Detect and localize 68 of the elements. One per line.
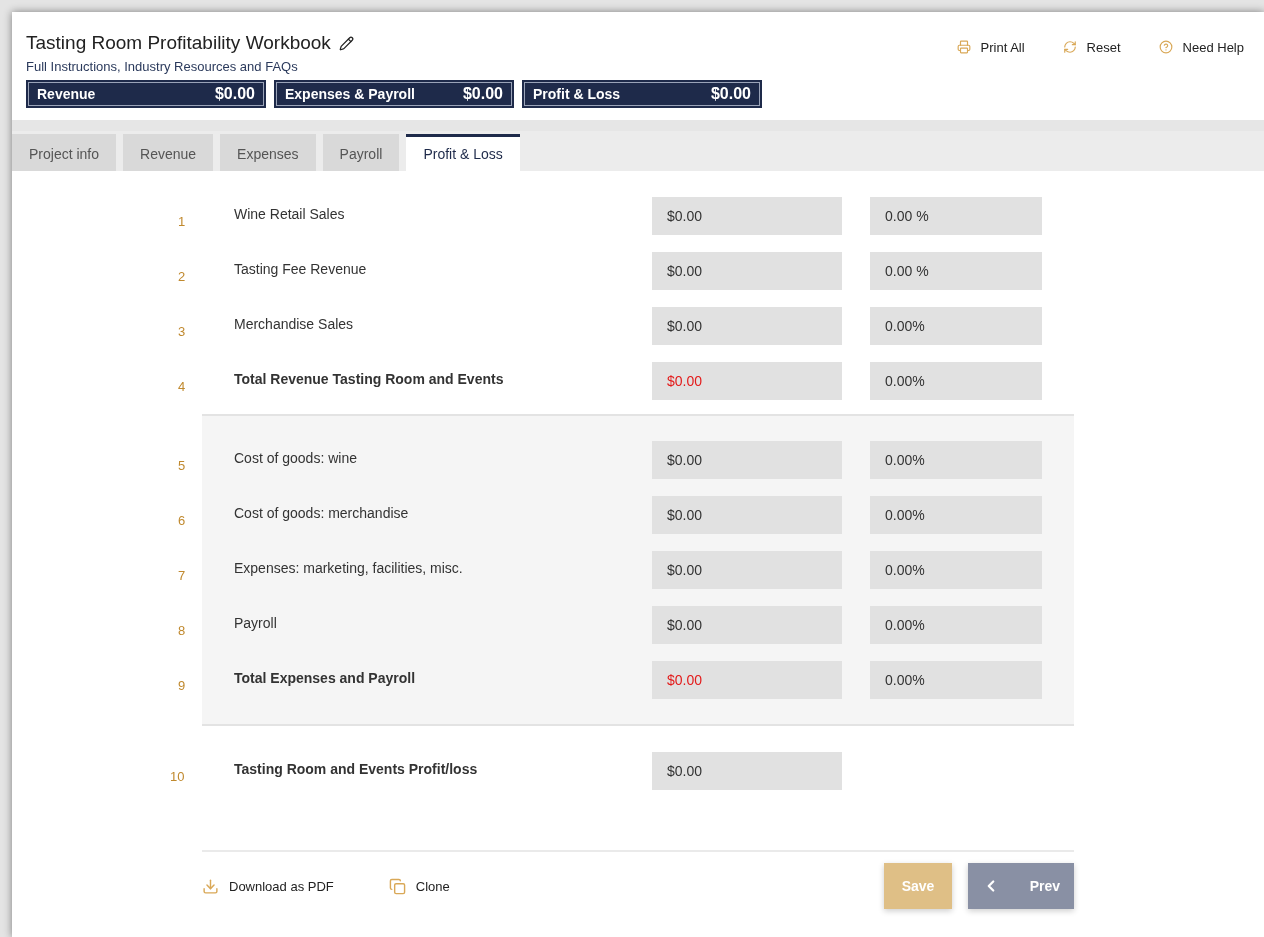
percent-field: 0.00%	[870, 441, 1042, 479]
amount-field: $0.00	[652, 252, 842, 290]
instructions-link[interactable]: Full Instructions, Industry Resources and FAQs	[26, 59, 762, 74]
row-number: 7	[177, 568, 187, 585]
row-label: Total Expenses and Payroll	[234, 669, 417, 686]
header-action-link[interactable]: Print All	[956, 38, 1025, 56]
link-label: Download as PDF	[229, 878, 334, 894]
row-number: 2	[177, 269, 187, 286]
row-number: 3	[177, 324, 187, 341]
amount-field: $0.00	[652, 197, 842, 235]
summary-label: Revenue	[37, 86, 96, 102]
edit-icon[interactable]	[338, 35, 354, 51]
amount-field: $0.00	[652, 441, 842, 479]
page-title: Tasting Room Profitability Workbook	[26, 32, 331, 54]
row-number: 9	[177, 678, 187, 695]
row-label: Wine Retail Sales	[234, 205, 346, 222]
row-label: Cost of goods: wine	[234, 449, 358, 466]
percent-field: 0.00%	[870, 661, 1042, 699]
row-label: Tasting Room and Events Profit/loss	[234, 760, 479, 777]
row-number: 1	[177, 214, 187, 231]
row-number: 5	[177, 458, 187, 475]
row-label: Payroll	[234, 614, 278, 631]
action-label: Print All	[980, 39, 1025, 55]
percent-field: 0.00%	[870, 362, 1042, 400]
row-number: 4	[177, 379, 187, 396]
amount-field: $0.00	[652, 752, 842, 790]
tab[interactable]: Profit & Loss	[406, 134, 520, 171]
amount-field: $0.00	[652, 362, 842, 400]
summary-value: $0.00	[462, 85, 503, 103]
amount-field: $0.00	[652, 496, 842, 534]
summary-value: $0.00	[214, 85, 255, 103]
row-label: Merchandise Sales	[234, 315, 355, 332]
row-label: Cost of goods: merchandise	[234, 504, 410, 521]
copy-icon	[388, 877, 406, 895]
summary-label: Profit & Loss	[533, 86, 621, 102]
amount-field: $0.00	[652, 606, 842, 644]
link-label: Clone	[415, 878, 450, 894]
percent-field: 0.00%	[870, 307, 1042, 345]
row-label: Expenses: marketing, facilities, misc.	[234, 559, 464, 576]
refresh-icon	[1062, 40, 1077, 54]
amount-field: $0.00	[652, 551, 842, 589]
printer-icon	[956, 40, 971, 54]
footer-link[interactable]: Download as PDF	[202, 877, 334, 895]
action-label: Reset	[1086, 39, 1121, 55]
header-action-link[interactable]: Need Help	[1158, 38, 1244, 56]
footer-link[interactable]: Clone	[388, 877, 450, 895]
percent-field: 0.00 %	[870, 197, 1042, 235]
percent-field: 0.00%	[870, 606, 1042, 644]
header-action-link[interactable]: Reset	[1062, 38, 1121, 56]
row-number: 6	[177, 513, 187, 530]
tab[interactable]: Payroll	[322, 134, 400, 171]
row-number: 10	[169, 769, 186, 786]
action-label: Need Help	[1182, 39, 1244, 55]
amount-field: $0.00	[652, 307, 842, 345]
tab[interactable]: Expenses	[220, 134, 316, 171]
download-icon	[202, 877, 219, 895]
row-label: Total Revenue Tasting Room and Events	[234, 370, 505, 387]
row-label: Tasting Fee Revenue	[234, 260, 368, 277]
summary-value: $0.00	[710, 85, 751, 103]
row-number: 8	[177, 623, 187, 640]
tab[interactable]: Revenue	[123, 134, 214, 171]
summary-label: Expenses & Payroll	[285, 86, 415, 102]
tab[interactable]: Project info	[12, 134, 117, 171]
percent-field: 0.00%	[870, 551, 1042, 589]
help-icon	[1158, 40, 1173, 54]
percent-field: 0.00%	[870, 496, 1042, 534]
percent-field: 0.00 %	[870, 252, 1042, 290]
amount-field: $0.00	[652, 661, 842, 699]
